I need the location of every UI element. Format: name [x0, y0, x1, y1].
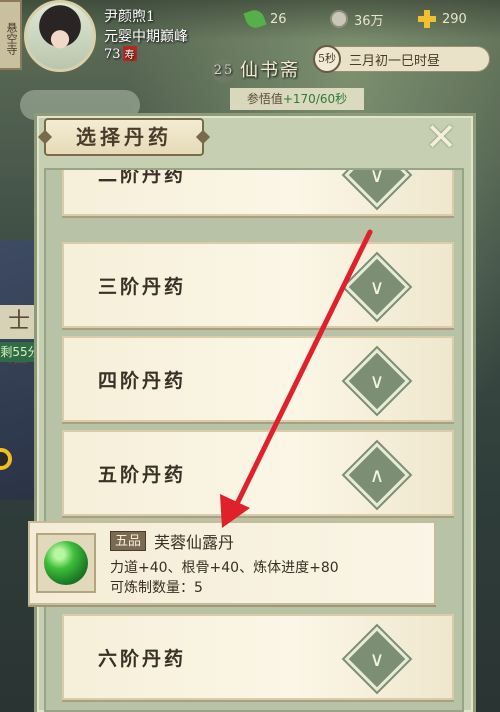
shop-sign[interactable]: 25 仙书斋 [212, 56, 312, 83]
tier-label: 三阶丹药 [98, 276, 187, 298]
game-date: 三月初一巳时昼 [349, 53, 441, 69]
expand-chevron-icon[interactable]: ∨ [344, 170, 410, 208]
resource-spirit-stone-value: 36万 [354, 13, 384, 29]
expand-chevron-icon[interactable]: ∨ [344, 254, 410, 320]
tier-row-4[interactable]: 四阶丹药 ∨ [62, 336, 454, 422]
player-age: 73 寿 [104, 46, 137, 62]
location-tab[interactable]: 悬空寺 [0, 0, 22, 70]
game-time-pill: 5秒 三月初一巳时昼 [313, 45, 490, 73]
tier-row-5[interactable]: 五阶丹药 ∧ [62, 430, 454, 516]
collapse-chevron-icon[interactable]: ∧ [344, 442, 410, 508]
resource-gold[interactable]: 290 [418, 8, 467, 30]
shop-name: 仙书斋 [240, 60, 300, 81]
player-avatar[interactable] [24, 0, 96, 72]
insight-rate: 参悟值+170/60秒 [230, 88, 364, 110]
pill-tier-list[interactable]: 二阶丹药 ∨ 三阶丹药 ∨ 四阶丹药 ∨ 五阶丹药 ∧ 六阶丹药 ∨ [44, 168, 464, 712]
pill-item-row[interactable]: 五品 芙蓉仙露丹 力道+40、根骨+40、炼体进度+80 可炼制数量：5 [28, 521, 436, 605]
expand-chevron-icon[interactable]: ∨ [344, 626, 410, 692]
count-value: 5 [194, 580, 203, 596]
tier-label: 二阶丹药 [98, 168, 187, 186]
tier-label: 五阶丹药 [98, 464, 187, 486]
insight-gain: +170/60秒 [282, 92, 348, 106]
pill-grade-badge: 五品 [110, 531, 147, 551]
resource-spirit-stone[interactable]: 36万 [330, 8, 384, 30]
count-label: 可炼制数量： [110, 580, 194, 596]
lifespan-badge: 寿 [122, 46, 137, 61]
player-name: 尹颜煦1 [104, 9, 155, 25]
pill-effects: 力道+40、根骨+40、炼体进度+80 [110, 560, 339, 576]
close-icon[interactable]: ✕ [420, 118, 462, 156]
resource-leaf-value: 26 [270, 11, 287, 27]
timer-seconds: 5秒 [313, 45, 341, 73]
player-realm: 元婴中期巅峰 [104, 29, 188, 45]
tier-label: 六阶丹药 [98, 648, 187, 670]
tier-row-3[interactable]: 三阶丹药 ∨ [62, 242, 454, 328]
insight-label: 参悟值 [246, 92, 283, 106]
expand-chevron-icon[interactable]: ∨ [344, 348, 410, 414]
building-sign: 士居 [0, 305, 38, 368]
pill-craftable-count: 可炼制数量：5 [110, 577, 203, 597]
green-pill-icon [44, 541, 88, 585]
tier-row-6[interactable]: 六阶丹药 ∨ [62, 614, 454, 700]
pill-name: 芙蓉仙露丹 [154, 533, 235, 552]
pill-image [36, 533, 96, 593]
resource-gold-value: 290 [442, 11, 467, 27]
leaf-icon [243, 7, 267, 31]
player-age-value: 73 [104, 47, 121, 62]
resource-leaf[interactable]: 26 [243, 7, 287, 31]
gold-plus-icon [418, 10, 436, 28]
shop-level: 25 [212, 59, 236, 83]
tier-label: 四阶丹药 [98, 370, 187, 392]
spirit-stone-icon [330, 10, 348, 28]
tier-row-2[interactable]: 二阶丹药 ∨ [62, 168, 454, 216]
dialog-title: 选择丹药 [44, 118, 204, 156]
